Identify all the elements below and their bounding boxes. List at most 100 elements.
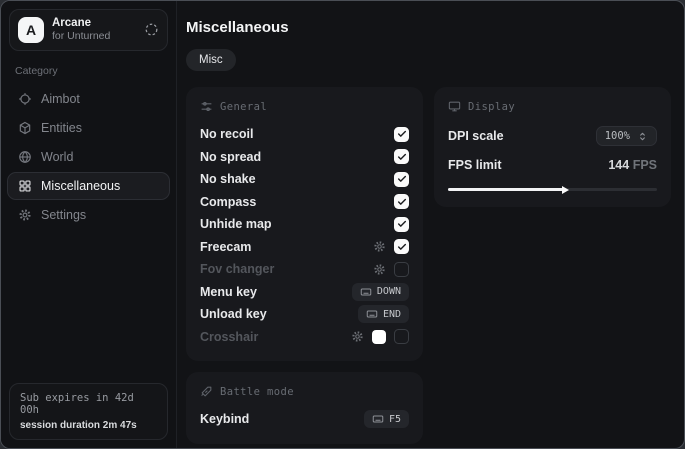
battle-mode-panel: Battle mode Keybind F5 [186, 372, 423, 444]
keybind-value: F5 [389, 414, 401, 425]
gear-icon [18, 208, 32, 222]
freecam-checkbox[interactable] [394, 239, 409, 254]
keyboard-icon [366, 308, 378, 320]
setting-label: Unload key [200, 307, 267, 321]
loader-icon [144, 22, 159, 37]
unhide-map-checkbox[interactable] [394, 217, 409, 232]
sync-button[interactable] [144, 22, 159, 37]
fps-unit: FPS [633, 158, 657, 172]
dpi-scale-select[interactable]: 100% [596, 126, 657, 146]
monitor-icon [448, 100, 461, 113]
right-column: Display DPI scale 100% [434, 87, 671, 207]
session-duration-text: session duration 2m 47s [20, 420, 157, 431]
sidebar-item-settings[interactable]: Settings [7, 201, 170, 229]
sidebar-item-label: World [41, 150, 73, 164]
freecam-settings-button[interactable] [373, 240, 386, 253]
setting-row-freecam: Freecam [198, 236, 411, 259]
fps-slider-fill [448, 188, 563, 191]
page-title: Miscellaneous [186, 19, 671, 36]
sidebar-item-world[interactable]: World [7, 143, 170, 171]
crosshair-color-swatch[interactable] [372, 330, 386, 344]
left-column: General No recoil No spread [186, 87, 423, 444]
crosshair-checkbox[interactable] [394, 329, 409, 344]
app-logo: A [18, 17, 44, 43]
app-name: Arcane [52, 16, 110, 30]
battle-mode-panel-header: Battle mode [200, 385, 409, 398]
panels-grid: General No recoil No spread [186, 87, 671, 444]
setting-row-unhide-map: Unhide map [198, 213, 411, 236]
setting-label: Keybind [200, 412, 249, 426]
general-panel-header: General [200, 100, 409, 113]
subscription-status-card: Sub expires in 42d 00h session duration … [9, 383, 168, 440]
sidebar-item-label: Settings [41, 208, 86, 222]
setting-row-no-spread: No spread [198, 146, 411, 169]
check-icon [397, 174, 407, 184]
setting-row-battle-keybind: Keybind F5 [198, 408, 411, 431]
setting-row-crosshair: Crosshair [198, 326, 411, 349]
check-icon [397, 219, 407, 229]
general-panel-title: General [220, 101, 267, 113]
display-panel: Display DPI scale 100% [434, 87, 671, 207]
globe-icon [18, 150, 32, 164]
unload-key-keybind-button[interactable]: END [358, 305, 409, 323]
no-spread-checkbox[interactable] [394, 149, 409, 164]
no-recoil-checkbox[interactable] [394, 127, 409, 142]
general-panel: General No recoil No spread [186, 87, 423, 361]
app-title-block: Arcane for Unturned [52, 16, 110, 44]
app-subtitle: for Unturned [52, 30, 110, 43]
sidebar-item-aimbot[interactable]: Aimbot [7, 85, 170, 113]
setting-label: No recoil [200, 127, 254, 141]
app-window: A Arcane for Unturned Category [0, 0, 685, 449]
fov-changer-settings-button[interactable] [373, 263, 386, 276]
setting-row-no-recoil: No recoil [198, 123, 411, 146]
dpi-scale-value: 100% [605, 130, 630, 142]
grid-icon [18, 179, 32, 193]
gear-icon [373, 240, 386, 253]
fps-number: 144 [608, 158, 629, 172]
compass-checkbox[interactable] [394, 194, 409, 209]
sidebar-item-miscellaneous[interactable]: Miscellaneous [7, 172, 170, 200]
menu-key-keybind-button[interactable]: DOWN [352, 283, 409, 301]
fps-limit-slider[interactable] [448, 188, 657, 191]
sub-expires-text: Sub expires in 42d 00h [20, 392, 157, 416]
crosshair-settings-button[interactable] [351, 330, 364, 343]
sidebar: A Arcane for Unturned Category [1, 1, 177, 448]
cube-icon [18, 121, 32, 135]
fps-slider-thumb[interactable] [562, 186, 569, 194]
setting-label: No shake [200, 172, 256, 186]
setting-label: No spread [200, 150, 261, 164]
sidebar-item-label: Miscellaneous [41, 179, 120, 193]
setting-label: FPS limit [448, 158, 501, 172]
setting-row-compass: Compass [198, 191, 411, 214]
check-icon [397, 129, 407, 139]
sidebar-item-entities[interactable]: Entities [7, 114, 170, 142]
fov-changer-checkbox[interactable] [394, 262, 409, 277]
sidebar-nav: Aimbot Entities World [1, 85, 176, 229]
no-shake-checkbox[interactable] [394, 172, 409, 187]
sidebar-item-label: Entities [41, 121, 82, 135]
setting-label: Unhide map [200, 217, 272, 231]
tab-misc[interactable]: Misc [186, 49, 236, 71]
setting-label: Menu key [200, 285, 257, 299]
setting-row-menu-key: Menu key DOWN [198, 281, 411, 304]
gear-icon [373, 263, 386, 276]
chevrons-up-down-icon [637, 131, 648, 142]
keyboard-icon [372, 413, 384, 425]
sliders-icon [200, 100, 213, 113]
setting-row-fov-changer: Fov changer [198, 258, 411, 281]
fps-limit-value: 144 FPS [608, 158, 657, 172]
battle-keybind-button[interactable]: F5 [364, 410, 409, 428]
crosshair-icon [18, 92, 32, 106]
keybind-value: DOWN [377, 286, 401, 297]
sword-icon [200, 385, 213, 398]
category-label: Category [15, 65, 162, 77]
setting-label: Compass [200, 195, 256, 209]
gear-icon [351, 330, 364, 343]
battle-mode-panel-title: Battle mode [220, 386, 294, 398]
main-content: Miscellaneous Misc General No rec [177, 1, 685, 448]
setting-label: Crosshair [200, 330, 258, 344]
setting-label: Freecam [200, 240, 251, 254]
check-icon [397, 197, 407, 207]
display-panel-title: Display [468, 101, 515, 113]
keyboard-icon [360, 286, 372, 298]
